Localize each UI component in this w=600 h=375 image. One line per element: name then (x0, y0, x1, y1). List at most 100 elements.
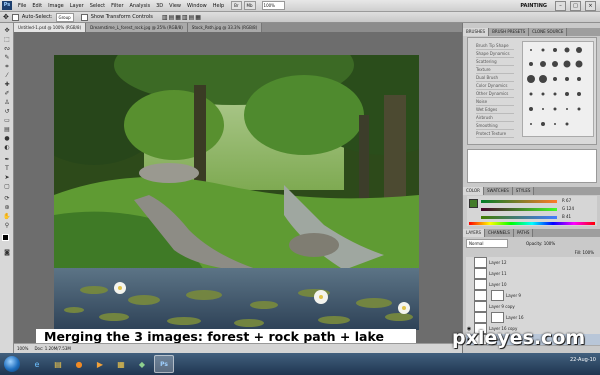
brush-option[interactable]: Dual Brush (476, 74, 514, 82)
firefox-icon[interactable]: ● (70, 356, 88, 372)
brush-option[interactable]: Wet Edges (476, 106, 514, 114)
opacity-field[interactable]: Opacity: 100% (526, 241, 555, 246)
tab-color[interactable]: COLOR (463, 187, 484, 195)
3d-orbit-tool-icon[interactable]: ⊛ (2, 204, 12, 211)
close-icon[interactable]: × (585, 1, 596, 11)
blue-value[interactable]: B 41 (562, 214, 571, 219)
menu-view[interactable]: View (166, 3, 184, 9)
layer-mask-thumbnail (491, 312, 504, 323)
menu-analysis[interactable]: Analysis (127, 3, 154, 9)
menu-image[interactable]: Image (45, 3, 67, 9)
photoshop-taskbar-icon[interactable]: Ps (154, 355, 174, 373)
tab-brush-presets[interactable]: BRUSH PRESETS (489, 28, 530, 36)
menu-select[interactable]: Select (87, 3, 108, 9)
document-canvas[interactable] (54, 55, 419, 330)
tab-stock-path[interactable]: Stock_Path.jpg @ 33.3% (RGB/8) (187, 23, 263, 32)
maximize-icon[interactable]: □ (570, 1, 581, 11)
pen-tool-icon[interactable]: ✒ (2, 156, 12, 163)
menu-layer[interactable]: Layer (67, 3, 87, 9)
brush-tool-icon[interactable]: ✐ (2, 90, 12, 97)
zoom-select[interactable]: 100% (261, 1, 285, 10)
media-player-icon[interactable]: ▶ (91, 356, 109, 372)
lasso-tool-icon[interactable]: ᔓ (2, 45, 12, 52)
menu-filter[interactable]: Filter (108, 3, 126, 9)
crop-tool-icon[interactable]: ⌗ (2, 63, 12, 70)
menu-3d[interactable]: 3D (153, 3, 166, 9)
folder-icon[interactable]: ▦ (112, 356, 130, 372)
tab-untitled-1[interactable]: Untitled-1.psd @ 100% (RGB/8) (14, 23, 87, 32)
dodge-tool-icon[interactable]: ◐ (2, 144, 12, 151)
align-icons[interactable]: ▥▤▦▥▤▦ (162, 14, 202, 21)
status-zoom[interactable]: 100% (17, 346, 28, 351)
start-button[interactable] (4, 356, 20, 372)
menu-file[interactable]: File (15, 3, 29, 9)
brush-option[interactable]: Scattering (476, 58, 514, 66)
launch-bridge-button[interactable]: Br (231, 1, 242, 10)
explorer-folder-icon[interactable]: ▤ (49, 356, 67, 372)
move-tool-icon[interactable]: ✥ (2, 27, 12, 34)
brush-option[interactable]: Brush Tip Shape (476, 42, 514, 50)
layer-thumbnail (474, 268, 487, 279)
internet-explorer-icon[interactable]: e (28, 356, 46, 372)
color-panel-tabs: COLOR SWATCHES STYLES (463, 187, 600, 195)
blend-mode-select[interactable]: Normal (466, 238, 508, 248)
launch-minibridge-button[interactable]: Mb (243, 1, 256, 10)
clone-stamp-tool-icon[interactable]: ♙ (2, 99, 12, 106)
healing-tool-icon[interactable]: ✚ (2, 81, 12, 88)
menu-help[interactable]: Help (210, 3, 227, 9)
tab-clone-source[interactable]: CLONE SOURCE (529, 28, 568, 36)
auto-select-dropdown[interactable]: Group (55, 12, 74, 22)
blur-tool-icon[interactable]: ● (2, 135, 12, 142)
history-brush-tool-icon[interactable]: ↺ (2, 108, 12, 115)
tab-swatches[interactable]: SWATCHES (483, 187, 513, 195)
fill-controls: Fill: 100% (466, 248, 600, 256)
foreground-color-swatch[interactable] (469, 199, 478, 208)
show-transform-checkbox[interactable] (80, 13, 88, 21)
tab-forest-rock[interactable]: Dreamstime_L_forest_rock.jpg @ 25% (RGB/… (86, 23, 188, 32)
quick-select-tool-icon[interactable]: ✎ (2, 54, 12, 61)
layer-thumbnail (474, 290, 487, 301)
show-transform-label: Show Transform Controls (90, 14, 153, 20)
tab-brushes[interactable]: BRUSHES (463, 28, 490, 36)
system-clock[interactable]: 22-Aug-10 (570, 356, 596, 364)
red-value[interactable]: R 67 (562, 198, 571, 203)
brush-option[interactable]: Other Dynamics (476, 90, 514, 98)
brush-option[interactable]: Smoothing (476, 122, 514, 130)
quick-mask-icon[interactable]: ◙ (2, 249, 12, 256)
gradient-tool-icon[interactable]: ▤ (2, 126, 12, 133)
marquee-tool-icon[interactable]: ⬚ (2, 36, 12, 43)
zoom-tool-icon[interactable]: ⚲ (2, 222, 12, 229)
brush-option[interactable]: Noise (476, 98, 514, 106)
brush-option[interactable]: Shape Dynamics (476, 50, 514, 58)
menu-edit[interactable]: Edit (29, 3, 45, 9)
brush-tip-grid[interactable] (522, 41, 594, 137)
green-slider[interactable] (481, 208, 557, 211)
path-select-tool-icon[interactable]: ➤ (2, 174, 12, 181)
brush-option[interactable]: Protect Texture (476, 130, 514, 138)
3d-rotate-tool-icon[interactable]: ⟳ (2, 195, 12, 202)
menu-window[interactable]: Window (184, 3, 210, 9)
brush-option[interactable]: Airbrush (476, 114, 514, 122)
eraser-tool-icon[interactable]: ▭ (2, 117, 12, 124)
type-tool-icon[interactable]: T (2, 165, 12, 172)
eyedropper-tool-icon[interactable]: ⁄ (2, 72, 12, 79)
shape-tool-icon[interactable]: ▢ (2, 183, 12, 190)
fill-field[interactable]: Fill: 100% (575, 250, 594, 255)
tab-layers[interactable]: LAYERS (463, 229, 486, 237)
workspace-switcher[interactable]: PAINTING (520, 3, 547, 9)
watermark: pxleyes.com (452, 327, 586, 349)
tab-channels[interactable]: CHANNELS (485, 229, 514, 237)
app-icon[interactable]: ◆ (133, 356, 151, 372)
green-value[interactable]: G 124 (562, 206, 574, 211)
foreground-color-swatch[interactable] (2, 234, 9, 241)
brush-option[interactable]: Texture (476, 66, 514, 74)
color-spectrum[interactable] (469, 222, 595, 225)
blue-slider[interactable] (481, 216, 557, 219)
minimize-icon[interactable]: – (555, 1, 566, 11)
auto-select-checkbox[interactable] (11, 13, 19, 21)
hand-tool-icon[interactable]: ✋ (2, 213, 12, 220)
tab-paths[interactable]: PATHS (513, 229, 534, 237)
brush-option[interactable]: Color Dynamics (476, 82, 514, 90)
red-slider[interactable] (481, 200, 557, 203)
tab-styles[interactable]: STYLES (512, 187, 535, 195)
